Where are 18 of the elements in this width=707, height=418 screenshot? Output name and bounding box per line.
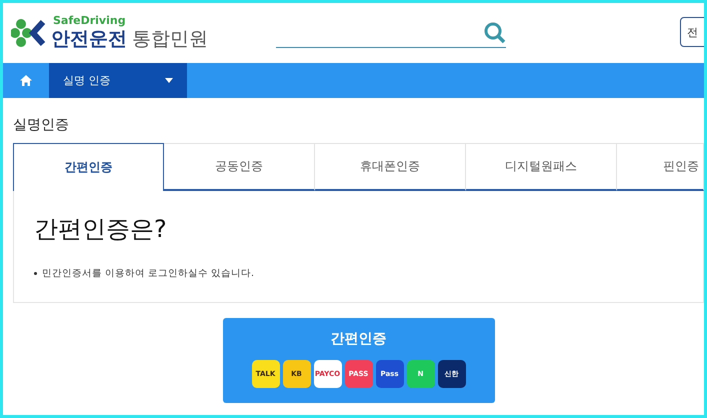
tab[interactable]: 간편인증 bbox=[13, 143, 164, 191]
clover-logo-icon bbox=[11, 18, 47, 48]
header-button[interactable]: 전 bbox=[680, 17, 704, 47]
tab[interactable]: 핀인증 bbox=[617, 143, 704, 191]
home-icon bbox=[20, 75, 32, 86]
logo-title: 안전운전 bbox=[51, 26, 127, 52]
search-icon[interactable] bbox=[484, 22, 506, 44]
tab[interactable]: 디지털원패스 bbox=[466, 143, 617, 191]
tab[interactable]: 휴대폰인증 bbox=[315, 143, 466, 191]
nav-dropdown[interactable]: 실명 인증 bbox=[49, 63, 187, 98]
caret-icon bbox=[165, 78, 173, 83]
page-title: 실명인증 bbox=[13, 116, 70, 134]
tab[interactable]: 공동인증 bbox=[164, 143, 315, 191]
bullet-text: 민간인증서를 이용하여 로그인하실수 있습니다. bbox=[42, 267, 254, 280]
panel-heading: 간편인증은? bbox=[34, 214, 168, 245]
bullet-dot-icon bbox=[34, 272, 37, 275]
logo-subtitle: 통합민원 bbox=[132, 26, 208, 52]
logo-tagline: SafeDriving bbox=[53, 14, 127, 26]
